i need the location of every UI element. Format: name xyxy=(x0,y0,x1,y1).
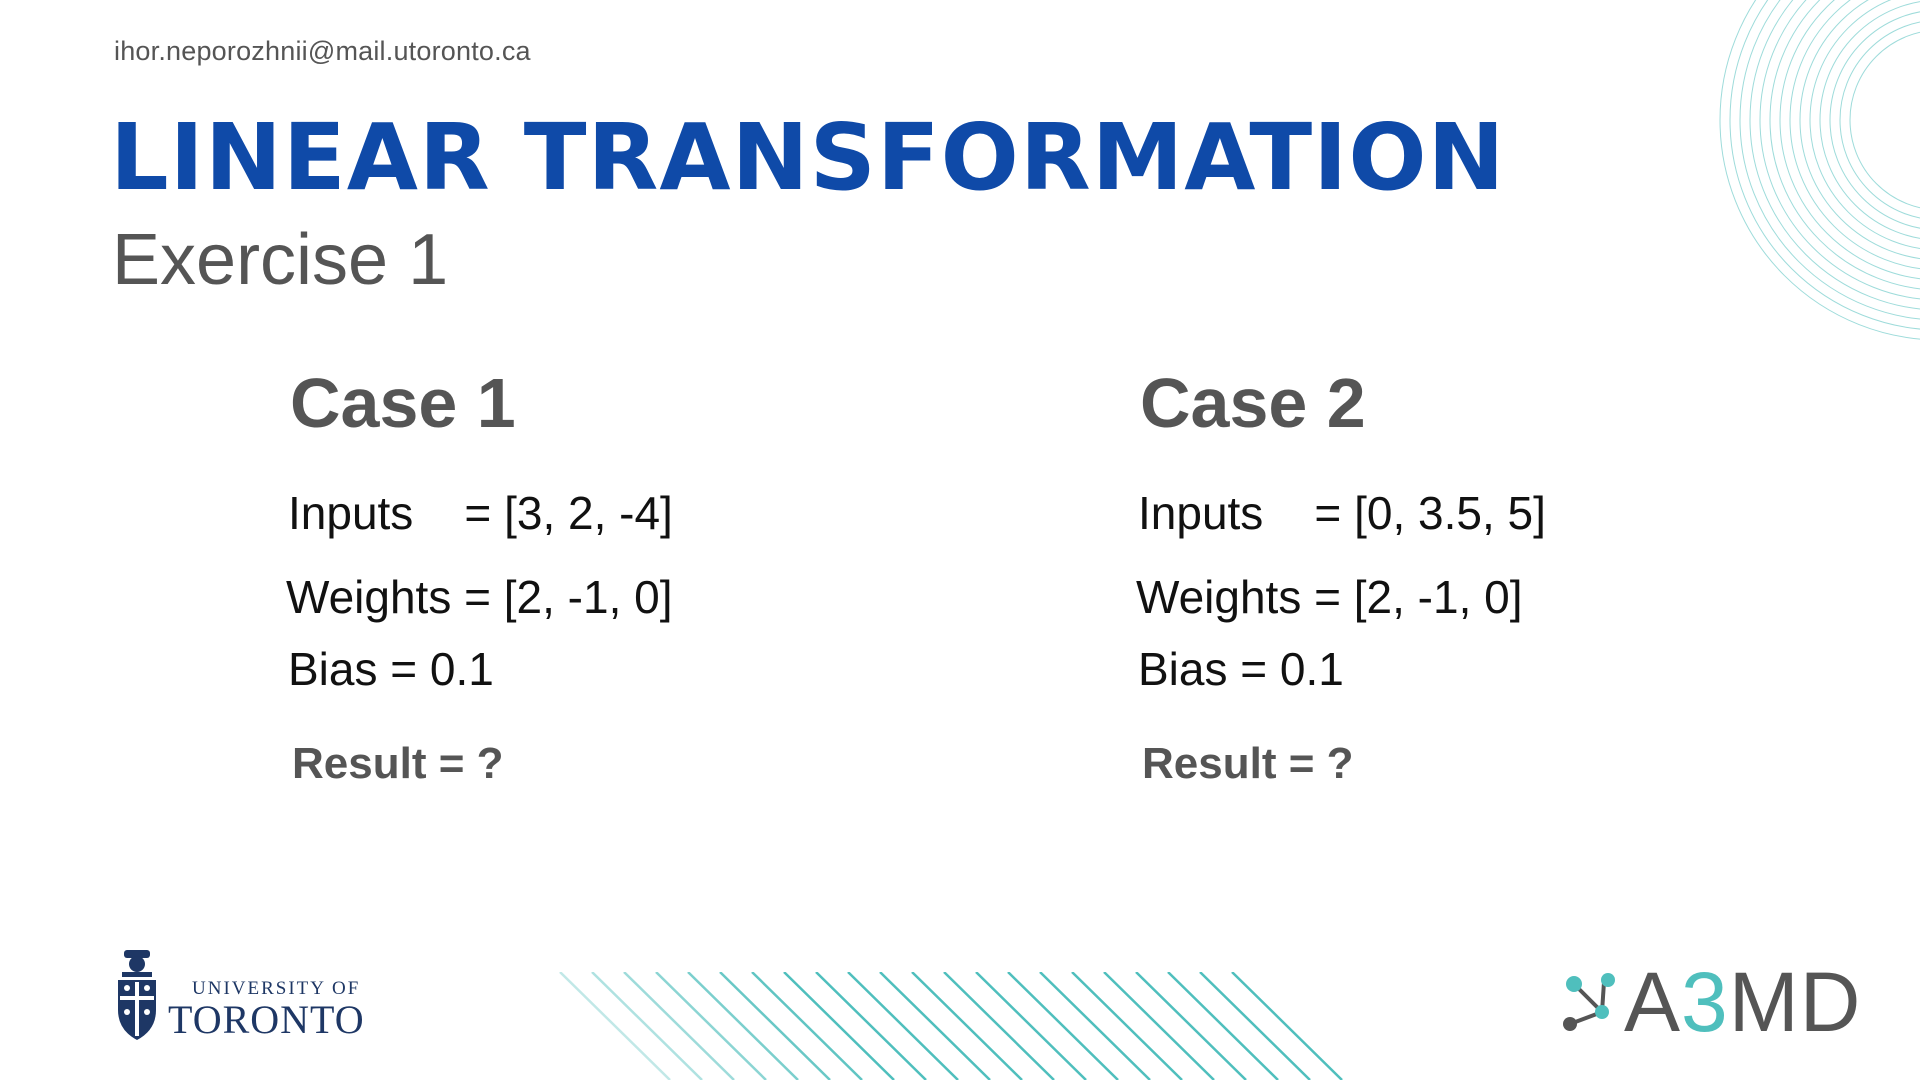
case-2-weights: Weights = [2, -1, 0] xyxy=(1136,571,1523,623)
case-1-bias: Bias = 0.1 xyxy=(288,643,494,695)
a3md-wordmark: A3MD xyxy=(1624,960,1861,1044)
case-2-result: Result = ? xyxy=(1142,739,1354,788)
case-2-bias: Bias = 0.1 xyxy=(1138,643,1344,695)
a3md-wordmark-3: 3 xyxy=(1681,955,1729,1049)
decorative-circles-graphic xyxy=(1719,0,1920,340)
toronto-label: TORONTO xyxy=(168,997,365,1042)
case-2-panel: Case 2 Inputs = [0, 3.5, 5] Weights = [2… xyxy=(1136,364,1840,786)
decorative-stripes-graphic xyxy=(559,972,1343,1080)
case-1-weights: Weights = [2, -1, 0] xyxy=(286,571,673,623)
email-text: ihor.neporozhnii@mail.utoronto.ca xyxy=(114,36,531,66)
university-crest-icon xyxy=(118,950,156,1040)
case-1-title: Case 1 xyxy=(290,364,516,442)
page-title: LINEAR TRANSFORMATION xyxy=(110,104,1506,211)
case-1-result: Result = ? xyxy=(292,739,504,788)
case-2-inputs: Inputs = [0, 3.5, 5] xyxy=(1138,487,1546,539)
case-1-panel: Case 1 Inputs = [3, 2, -4] Weights = [2,… xyxy=(286,364,990,786)
a3md-wordmark-a: A xyxy=(1624,955,1682,1049)
case-2-title: Case 2 xyxy=(1140,364,1366,442)
a3md-molecule-icon xyxy=(1563,973,1615,1031)
a3md-wordmark-md: MD xyxy=(1728,955,1862,1049)
page-subtitle: Exercise 1 xyxy=(112,220,449,300)
case-1-inputs: Inputs = [3, 2, -4] xyxy=(288,487,673,539)
